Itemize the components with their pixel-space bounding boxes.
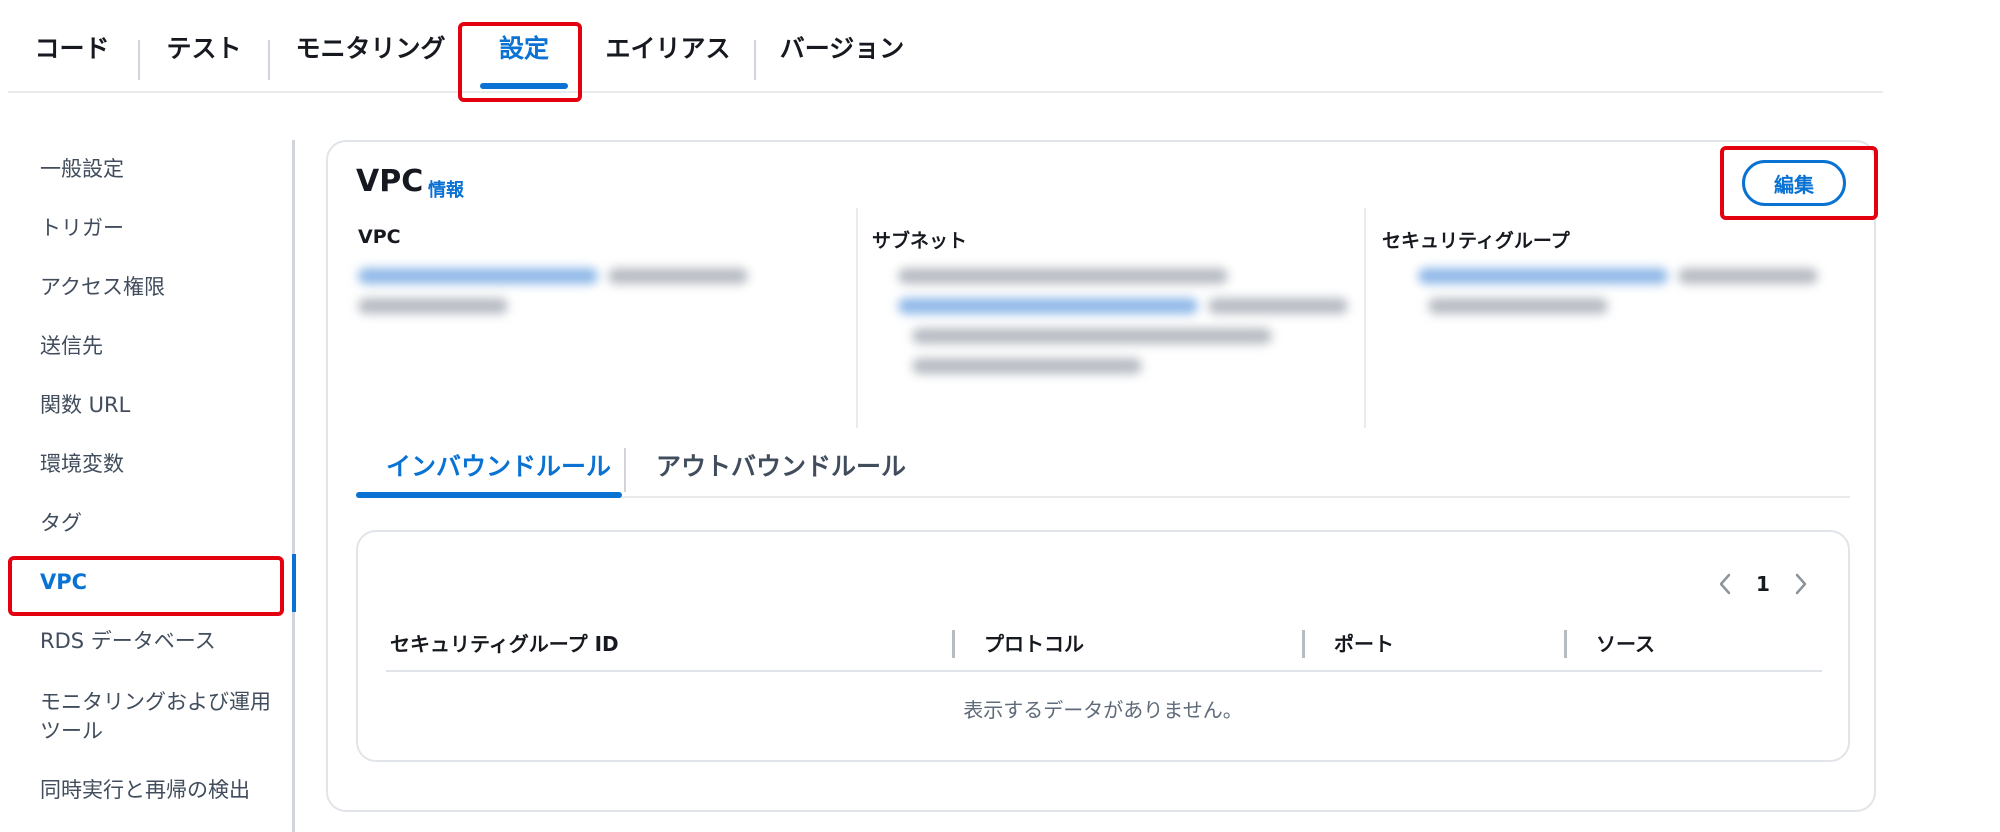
security-group-column-header: セキュリティグループ [1382,230,1570,252]
tab-aliases[interactable]: エイリアス [604,0,732,93]
subnet-values-redacted [898,266,1358,406]
column-divider [1364,208,1366,428]
column-header-source[interactable]: ソース [1596,628,1655,657]
rules-tab-bar: インバウンドルール アウトバウンドルール [356,432,1850,498]
sidebar-item-environment-variables[interactable]: 環境変数 [40,450,124,479]
sidebar-item-monitoring-tools[interactable]: モニタリングおよび運用ツール [40,688,280,746]
tab-test[interactable]: テスト [158,0,250,93]
tab-label: テスト [166,33,242,63]
column-header-port[interactable]: ポート [1334,628,1394,657]
vpc-panel: VPC 情報 編集 VPC サブネット セキュリティグループ インバウンドルール… [326,140,1876,812]
tab-versions[interactable]: バージョン [778,0,906,93]
vpc-column-header: VPC [358,226,401,248]
active-tab-indicator [356,492,622,498]
chevron-left-icon[interactable] [1718,572,1732,596]
tab-label: モニタリング [295,33,446,63]
tab-divider [138,40,140,80]
active-tab-indicator [480,83,568,89]
tab-divider [754,40,756,80]
vpc-value-redacted [358,266,818,326]
tab-label: バージョン [779,33,905,63]
lambda-configuration-page: コード テスト モニタリング 設定 エイリアス バージョン 一般設定 トリガー … [0,0,2000,832]
configuration-sidebar: 一般設定 トリガー アクセス権限 送信先 関数 URL 環境変数 タグ VPC … [0,140,296,832]
column-header-protocol[interactable]: プロトコル [984,628,1084,657]
subnet-column-header: サブネット [872,230,968,252]
tab-configuration[interactable]: 設定 [470,0,578,93]
tab-label: 設定 [498,33,549,63]
panel-title: VPC [356,164,424,199]
tab-label: エイリアス [605,33,731,63]
tab-label: インバウンドルール [386,452,612,481]
chevron-right-icon[interactable] [1794,572,1808,596]
sidebar-item-triggers[interactable]: トリガー [40,214,124,243]
pagination: 1 [1718,568,1808,600]
column-resizer[interactable] [952,630,955,658]
current-page-number[interactable]: 1 [1756,572,1770,596]
sidebar-item-rds-databases[interactable]: RDS データベース [40,627,216,656]
sidebar-item-general[interactable]: 一般設定 [40,155,124,184]
sidebar-item-tags[interactable]: タグ [40,509,82,538]
security-group-value-redacted [1398,266,1848,336]
sidebar-item-function-url[interactable]: 関数 URL [40,391,130,420]
tab-outbound-rules[interactable]: アウトバウンドルール [656,432,906,498]
column-resizer[interactable] [1564,630,1567,658]
sidebar-item-permissions[interactable]: アクセス権限 [40,273,165,302]
column-header-security-group-id[interactable]: セキュリティグループ ID [390,628,619,657]
column-resizer[interactable] [1302,630,1305,658]
tab-code[interactable]: コード [30,0,114,93]
tab-inbound-rules[interactable]: インバウンドルール [386,432,611,498]
tab-divider [268,40,270,80]
column-divider [856,208,858,428]
top-tab-bar: コード テスト モニタリング 設定 エイリアス バージョン [8,0,1883,93]
sidebar-item-concurrency[interactable]: 同時実行と再帰の検出 [40,776,250,805]
tab-monitoring[interactable]: モニタリング [293,0,448,93]
tab-label: コード [34,33,110,63]
edit-button[interactable]: 編集 [1742,160,1846,206]
sidebar-active-indicator [292,554,296,612]
rules-table: 1 セキュリティグループ ID プロトコル ポート ソース 表示するデータがあり… [356,530,1850,762]
empty-table-message: 表示するデータがありません。 [963,698,1243,722]
sidebar-item-destinations[interactable]: 送信先 [40,332,103,361]
sidebar-item-vpc[interactable]: VPC [40,568,87,597]
table-header-divider [386,670,1822,672]
tab-divider [624,448,626,492]
tab-label: アウトバウンドルール [656,452,907,481]
info-link[interactable]: 情報 [428,176,464,202]
